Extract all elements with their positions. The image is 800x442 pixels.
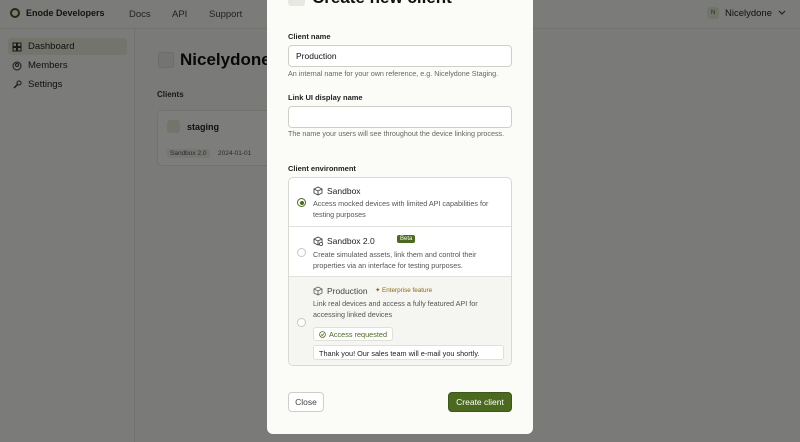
environment-options: Sandbox Access mocked devices with limit…: [288, 177, 512, 366]
create-client-modal: Create new client Client name An interna…: [267, 0, 533, 434]
cube-icon: [313, 286, 323, 296]
enterprise-tag-label: Enterprise feature: [382, 287, 433, 294]
link-ui-help: The name your users will see throughout …: [288, 129, 505, 138]
client-name-help: An internal name for your own reference,…: [288, 69, 499, 78]
client-name-label: Client name: [288, 32, 331, 41]
create-client-button[interactable]: Create client: [448, 392, 512, 412]
env-option-sandbox[interactable]: Sandbox Access mocked devices with limit…: [289, 178, 511, 226]
sandbox-2-desc: Create simulated assets, link them and c…: [313, 250, 477, 270]
production-desc: Link real devices and access a fully fea…: [313, 299, 478, 319]
sandbox-title: Sandbox: [327, 186, 361, 196]
production-radio[interactable]: [297, 318, 306, 327]
sales-note: Thank you! Our sales team will e-mail yo…: [313, 345, 504, 360]
link-ui-input[interactable]: [288, 106, 512, 128]
environment-label: Client environment: [288, 164, 356, 173]
enterprise-tag: ✦ Enterprise feature: [375, 287, 432, 294]
access-requested-label: Access requested: [329, 329, 388, 339]
check-circle-icon: [319, 330, 326, 338]
sandbox-2-title: Sandbox 2.0: [327, 236, 375, 246]
sandbox-radio[interactable]: [297, 198, 306, 207]
sparkle-icon: ✦: [375, 287, 383, 294]
plus-icon: [288, 0, 305, 6]
production-title: Production: [327, 286, 368, 296]
env-option-sandbox-2[interactable]: Sandbox 2.0 Beta Create simulated assets…: [289, 226, 511, 276]
cube-icon: [313, 186, 323, 196]
beta-badge: Beta: [397, 235, 416, 243]
access-requested-badge: Access requested: [313, 327, 394, 341]
client-name-input[interactable]: [288, 45, 512, 67]
env-option-production[interactable]: Production ✦ Enterprise feature Link rea…: [289, 276, 511, 365]
modal-title: Create new client: [312, 0, 452, 8]
sandbox-desc: Access mocked devices with limited API c…: [313, 199, 489, 219]
sandbox-2-radio[interactable]: [297, 248, 306, 257]
close-button[interactable]: Close: [288, 392, 324, 412]
link-ui-label: Link UI display name: [288, 93, 363, 102]
cube-gear-icon: [313, 236, 323, 246]
